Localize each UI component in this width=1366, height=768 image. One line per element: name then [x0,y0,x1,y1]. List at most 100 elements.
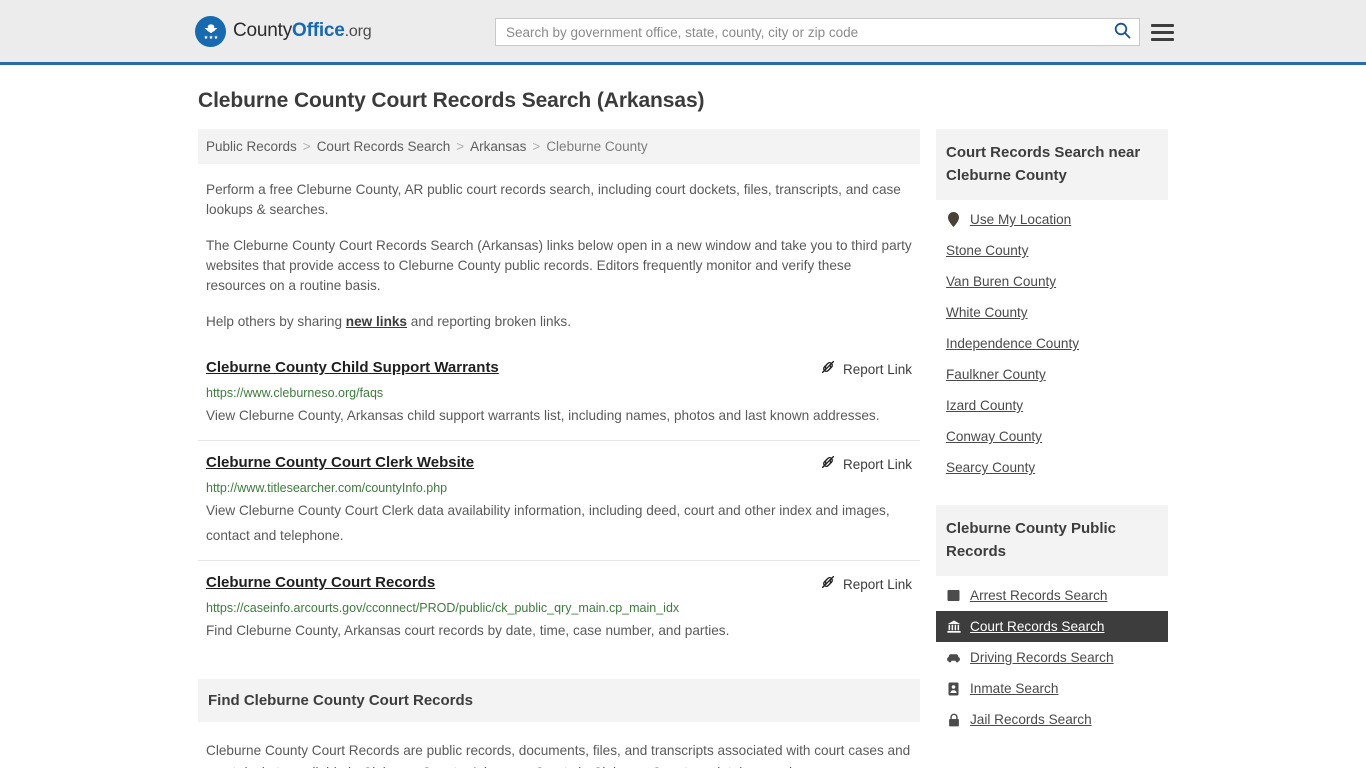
sidebar-item-van-buren-county[interactable]: Van Buren County [936,266,1168,297]
public-record-link-label: Inmate Search [970,681,1059,696]
breadcrumb-separator: > [532,139,541,154]
report-link-label: Report Link [842,457,912,472]
result-header: Cleburne County Court Clerk Website Repo… [206,453,912,475]
site-logo[interactable]: CountyOffice.org [195,15,372,47]
page-container: Cleburne County Court Records Search (Ar… [0,89,1366,768]
fingerprint-card-icon [946,588,961,603]
sidebar-item-faulkner-county[interactable]: Faulkner County [936,359,1168,390]
logo-text-org: .org [344,23,372,40]
sidebar-item-arrest-records-search[interactable]: Arrest Records Search [936,580,1168,611]
report-link-label: Report Link [842,362,912,377]
result-title-link[interactable]: Cleburne County Court Clerk Website [206,453,474,473]
broken-link-icon [820,359,836,380]
result-url: http://www.titlesearcher.com/countyInfo.… [206,481,448,495]
logo-text-office: Office [292,20,345,41]
breadcrumb-item-cleburne-county: Cleburne County [546,139,648,154]
county-link-label: Independence County [946,336,1080,351]
county-link-label: Conway County [946,429,1042,444]
broken-link-icon [820,574,836,595]
sidebar: Court Records Search near Cleburne Count… [936,129,1168,768]
breadcrumb-item-court-records-search[interactable]: Court Records Search [317,139,451,154]
hamburger-menu-icon[interactable] [1151,20,1175,44]
nearby-search-heading: Court Records Search near Cleburne Count… [936,129,1168,200]
county-link-label: Searcy County [946,460,1036,475]
find-records-paragraph: Cleburne County Court Records are public… [206,743,911,768]
find-records-heading: Find Cleburne County Court Records [198,679,920,722]
breadcrumb-separator: > [456,139,465,154]
report-link-button[interactable]: Report Link [820,453,912,475]
result-url: https://www.cleburneso.org/faqs [206,386,384,400]
courthouse-icon [946,619,961,634]
search-button[interactable] [1105,19,1139,45]
nearby-counties-list: Use My Location Stone County Van Buren C… [936,204,1168,483]
content-row: Public Records > Court Records Search > … [0,129,1366,768]
county-link-label: White County [946,305,1028,320]
sidebar-item-driving-records-search[interactable]: Driving Records Search [936,642,1168,673]
intro-p3-after: and reporting broken links. [407,314,571,329]
result-title-link[interactable]: Cleburne County Court Records [206,573,435,593]
report-link-button[interactable]: Report Link [820,358,912,380]
public-record-link-label: Court Records Search [970,619,1105,634]
result-item: Cleburne County Court Clerk Website Repo… [198,440,920,560]
breadcrumb-item-public-records[interactable]: Public Records [206,139,297,154]
sidebar-item-court-records-search[interactable]: Court Records Search [936,611,1168,642]
intro-p3-before: Help others by sharing [206,314,346,329]
result-item: Cleburne County Child Support Warrants R… [198,350,920,440]
result-item: Cleburne County Court Records Report Lin… [198,560,920,655]
sidebar-item-searcy-county[interactable]: Searcy County [936,452,1168,483]
result-header: Cleburne County Child Support Warrants R… [206,358,912,380]
county-link-label: Stone County [946,243,1029,258]
new-links-link[interactable]: new links [346,314,407,329]
public-records-block: Cleburne County Public Records Arrest Re… [936,505,1168,735]
breadcrumb-separator: > [302,139,311,154]
search-icon [1114,22,1131,42]
find-records-body: Cleburne County Court Records are public… [198,740,920,768]
intro-text: Perform a free Cleburne County, AR publi… [198,180,920,332]
eagle-seal-icon [195,15,226,47]
report-link-label: Report Link [842,577,912,592]
result-description: View Cleburne County Court Clerk data av… [206,503,890,543]
public-record-link-label: Jail Records Search [970,712,1092,727]
search-input[interactable] [496,19,1105,45]
main-column: Public Records > Court Records Search > … [198,129,920,768]
car-icon [946,650,961,665]
public-records-heading: Cleburne County Public Records [936,505,1168,576]
logo-text-county: County [233,20,293,41]
result-title-link[interactable]: Cleburne County Child Support Warrants [206,358,499,378]
breadcrumb-item-arkansas[interactable]: Arkansas [470,139,526,154]
county-link-label: Faulkner County [946,367,1046,382]
public-records-list: Arrest Records Search Court Records Sear… [936,580,1168,735]
county-link-label: Izard County [946,398,1024,413]
search-bar[interactable] [495,18,1140,46]
result-url: https://caseinfo.arcourts.gov/cconnect/P… [206,601,680,615]
result-description: Find Cleburne County, Arkansas court rec… [206,623,730,638]
sidebar-item-independence-county[interactable]: Independence County [936,328,1168,359]
page-title: Cleburne County Court Records Search (Ar… [198,89,705,112]
intro-paragraph-3: Help others by sharing new links and rep… [206,312,912,332]
logo-wordmark: CountyOffice.org [233,20,372,42]
map-pin-icon [946,212,961,227]
site-header: CountyOffice.org [0,0,1366,65]
result-header: Cleburne County Court Records Report Lin… [206,573,912,595]
sidebar-item-jail-records-search[interactable]: Jail Records Search [936,704,1168,735]
broken-link-icon [820,454,836,475]
sidebar-item-inmate-search[interactable]: Inmate Search [936,673,1168,704]
breadcrumb: Public Records > Court Records Search > … [198,129,920,164]
find-records-section: Find Cleburne County Court Records Clebu… [198,679,920,768]
report-link-button[interactable]: Report Link [820,573,912,595]
county-link-label: Van Buren County [946,274,1057,289]
intro-paragraph-1: Perform a free Cleburne County, AR publi… [206,182,901,217]
sidebar-item-izard-county[interactable]: Izard County [936,390,1168,421]
sidebar-item-use-my-location[interactable]: Use My Location [936,204,1168,235]
results-list: Cleburne County Child Support Warrants R… [198,350,920,655]
public-record-link-label: Arrest Records Search [970,588,1108,603]
result-description: View Cleburne County, Arkansas child sup… [206,408,880,423]
intro-paragraph-2: The Cleburne County Court Records Search… [206,238,912,293]
sidebar-item-stone-county[interactable]: Stone County [936,235,1168,266]
sidebar-item-conway-county[interactable]: Conway County [936,421,1168,452]
public-record-link-label: Driving Records Search [970,650,1114,665]
lock-icon [946,712,961,727]
id-badge-icon [946,681,961,696]
use-my-location-label: Use My Location [970,212,1072,227]
sidebar-item-white-county[interactable]: White County [936,297,1168,328]
